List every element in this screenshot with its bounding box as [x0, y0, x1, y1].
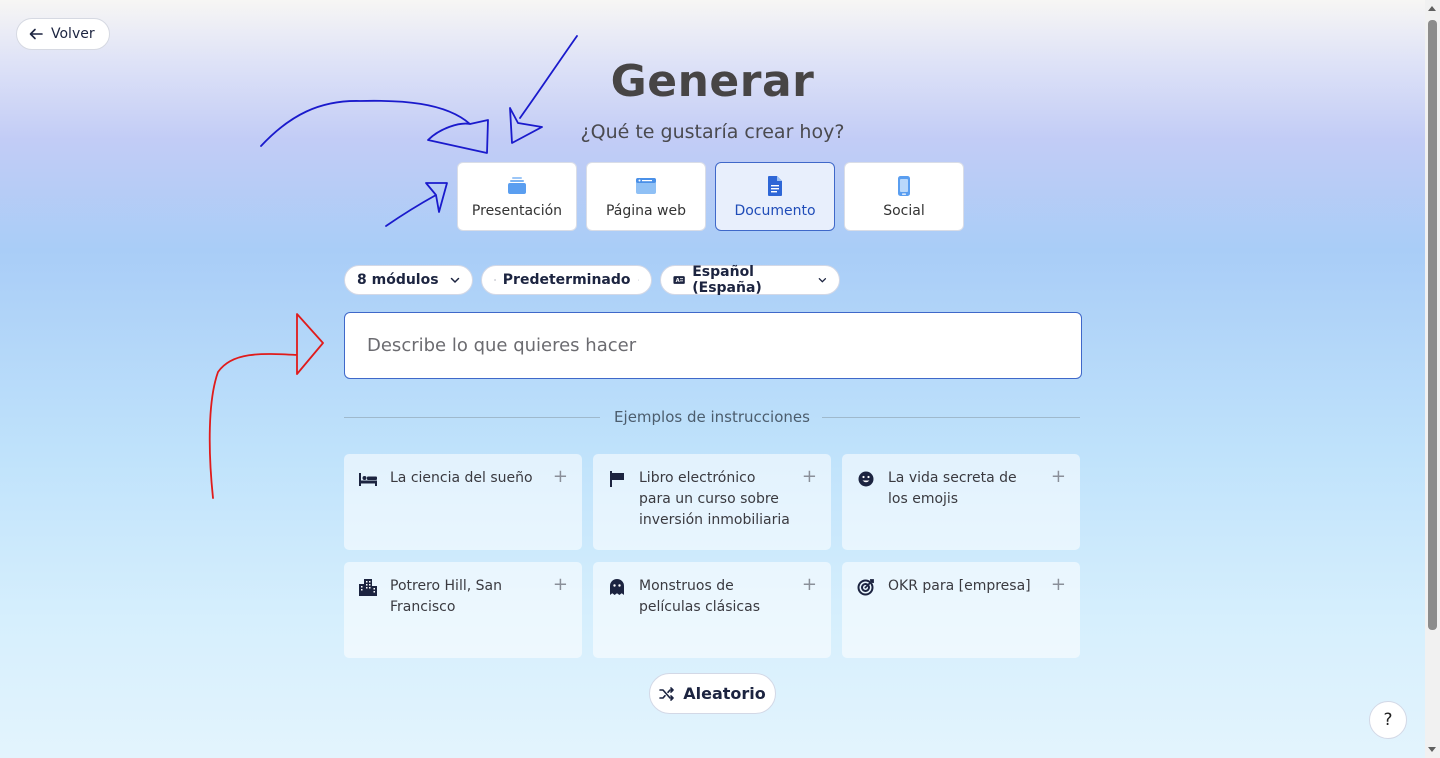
- chevron-down-icon: [450, 277, 460, 284]
- example-card[interactable]: Potrero Hill, San Francisco +: [344, 562, 582, 658]
- smiley-icon: [856, 469, 876, 489]
- language-dropdown-label: Español (España): [692, 264, 762, 296]
- page-title: Generar: [610, 56, 815, 107]
- type-presentation-label: Presentación: [471, 202, 563, 219]
- format-dropdown-label: Predeterminado: [502, 272, 631, 288]
- prompt-input[interactable]: [365, 334, 1061, 357]
- example-card-label: Libro electrónico para un curso sobre in…: [639, 470, 790, 528]
- city-icon: [358, 577, 378, 597]
- example-card[interactable]: Libro electrónico para un curso sobre in…: [593, 454, 831, 550]
- example-card-label: Potrero Hill, San Francisco: [390, 578, 502, 615]
- type-webpage-button[interactable]: Página web: [586, 162, 706, 231]
- example-card-label: La vida secreta de los emojis: [888, 470, 1017, 507]
- chevron-down-icon: [818, 278, 827, 283]
- shuffle-icon: [659, 686, 675, 701]
- blue-small-arrow-icon: [385, 182, 448, 227]
- example-card[interactable]: OKR para [empresa] +: [842, 562, 1080, 658]
- language-dropdown[interactable]: A Español (España): [660, 264, 840, 296]
- plus-icon[interactable]: +: [802, 466, 817, 487]
- generation-options: 8 módulos Predeterminado A Español (Espa…: [344, 264, 840, 296]
- type-document-label: Documento: [734, 202, 816, 219]
- ghost-icon: [607, 577, 627, 597]
- bed-icon: [358, 469, 378, 489]
- arrow-left-icon: [29, 28, 43, 40]
- plus-icon[interactable]: +: [553, 466, 568, 487]
- help-button-label: ?: [1383, 710, 1393, 730]
- modules-dropdown-label: 8 módulos: [357, 272, 439, 288]
- sign-icon: [607, 469, 627, 489]
- content-type-selector: Presentación Página web Documento Social: [457, 162, 964, 231]
- page-scrollbar[interactable]: [1425, 0, 1440, 758]
- example-card-label: OKR para [empresa]: [888, 578, 1031, 594]
- plus-icon[interactable]: +: [553, 574, 568, 595]
- language-icon: A: [673, 276, 685, 284]
- format-dropdown[interactable]: Predeterminado: [481, 265, 652, 295]
- modules-dropdown[interactable]: 8 módulos: [344, 265, 473, 295]
- plus-icon[interactable]: +: [1051, 574, 1066, 595]
- type-social-button[interactable]: Social: [844, 162, 964, 231]
- type-webpage-label: Página web: [605, 202, 687, 219]
- scroll-up-arrow-icon[interactable]: [1428, 6, 1436, 11]
- phone-icon: [893, 175, 915, 197]
- example-card-label: Monstruos de películas clásicas: [639, 578, 760, 615]
- presentation-icon: [506, 175, 528, 197]
- back-button-label: Volver: [51, 26, 95, 42]
- back-button[interactable]: Volver: [16, 18, 110, 50]
- example-card[interactable]: La ciencia del sueño +: [344, 454, 582, 550]
- page-subtitle: ¿Qué te gustaría crear hoy?: [580, 121, 845, 143]
- example-card-label: La ciencia del sueño: [390, 470, 533, 486]
- example-card[interactable]: La vida secreta de los emojis +: [842, 454, 1080, 550]
- prompt-box: [344, 312, 1082, 379]
- chevron-down-icon: [637, 279, 639, 281]
- help-button[interactable]: ?: [1369, 701, 1407, 739]
- target-icon: [856, 577, 876, 597]
- divider-line-right: [822, 417, 1080, 418]
- type-presentation-button[interactable]: Presentación: [457, 162, 577, 231]
- type-social-label: Social: [883, 202, 925, 219]
- document-icon: [764, 175, 786, 197]
- random-button-label: Aleatorio: [683, 684, 766, 703]
- examples-divider: Ejemplos de instrucciones: [344, 406, 1080, 428]
- example-card[interactable]: Monstruos de películas clásicas +: [593, 562, 831, 658]
- type-document-button[interactable]: Documento: [715, 162, 835, 231]
- expand-icon: [494, 279, 496, 281]
- plus-icon[interactable]: +: [1051, 466, 1066, 487]
- red-curved-arrow-icon: [208, 313, 324, 499]
- webpage-icon: [635, 175, 657, 197]
- random-button[interactable]: Aleatorio: [649, 673, 776, 714]
- scrollbar-thumb[interactable]: [1428, 20, 1437, 630]
- examples-grid: La ciencia del sueño + Libro electrónico…: [344, 454, 1080, 658]
- plus-icon[interactable]: +: [802, 574, 817, 595]
- scroll-down-arrow-icon[interactable]: [1428, 747, 1436, 752]
